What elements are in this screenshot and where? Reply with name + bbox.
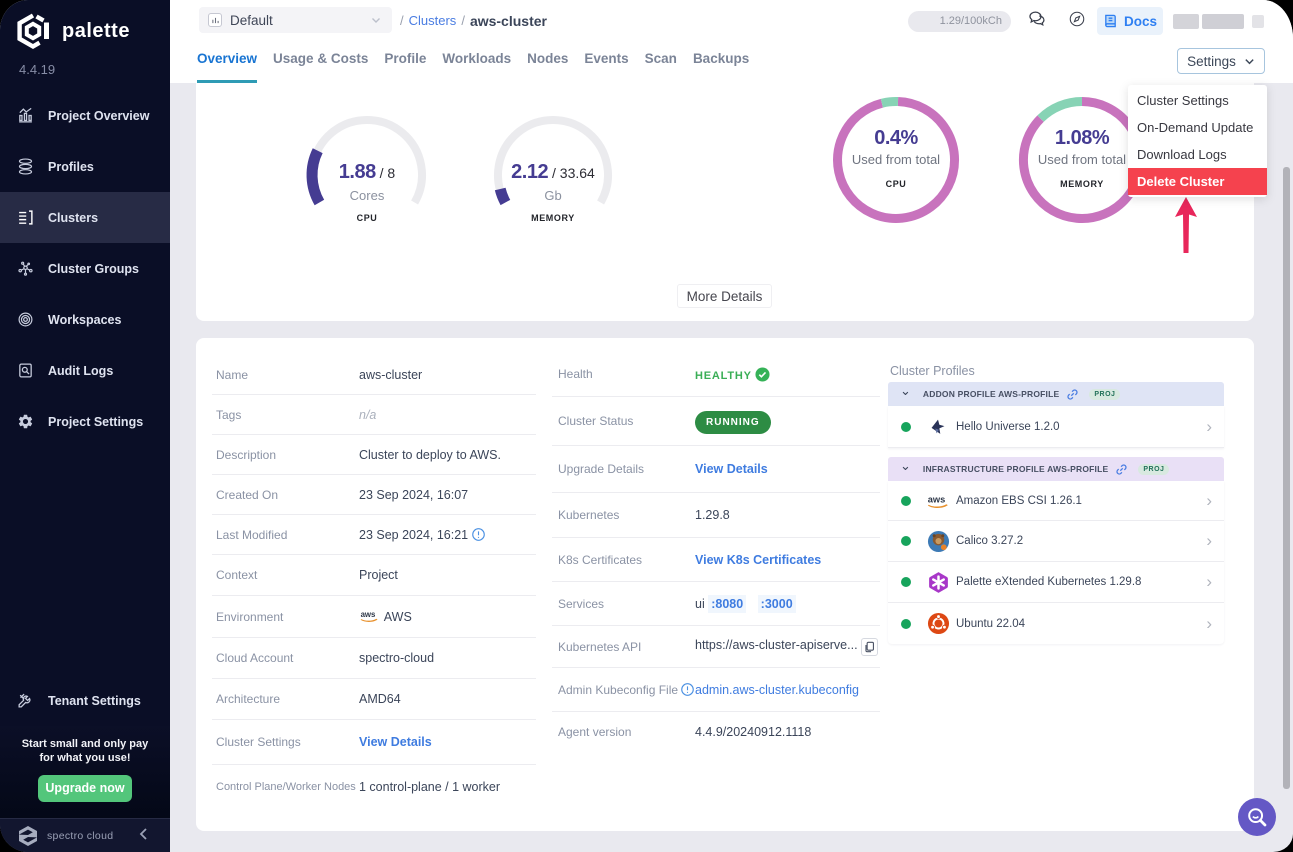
svg-text:aws: aws <box>928 494 946 504</box>
svg-text:aws: aws <box>361 610 376 619</box>
